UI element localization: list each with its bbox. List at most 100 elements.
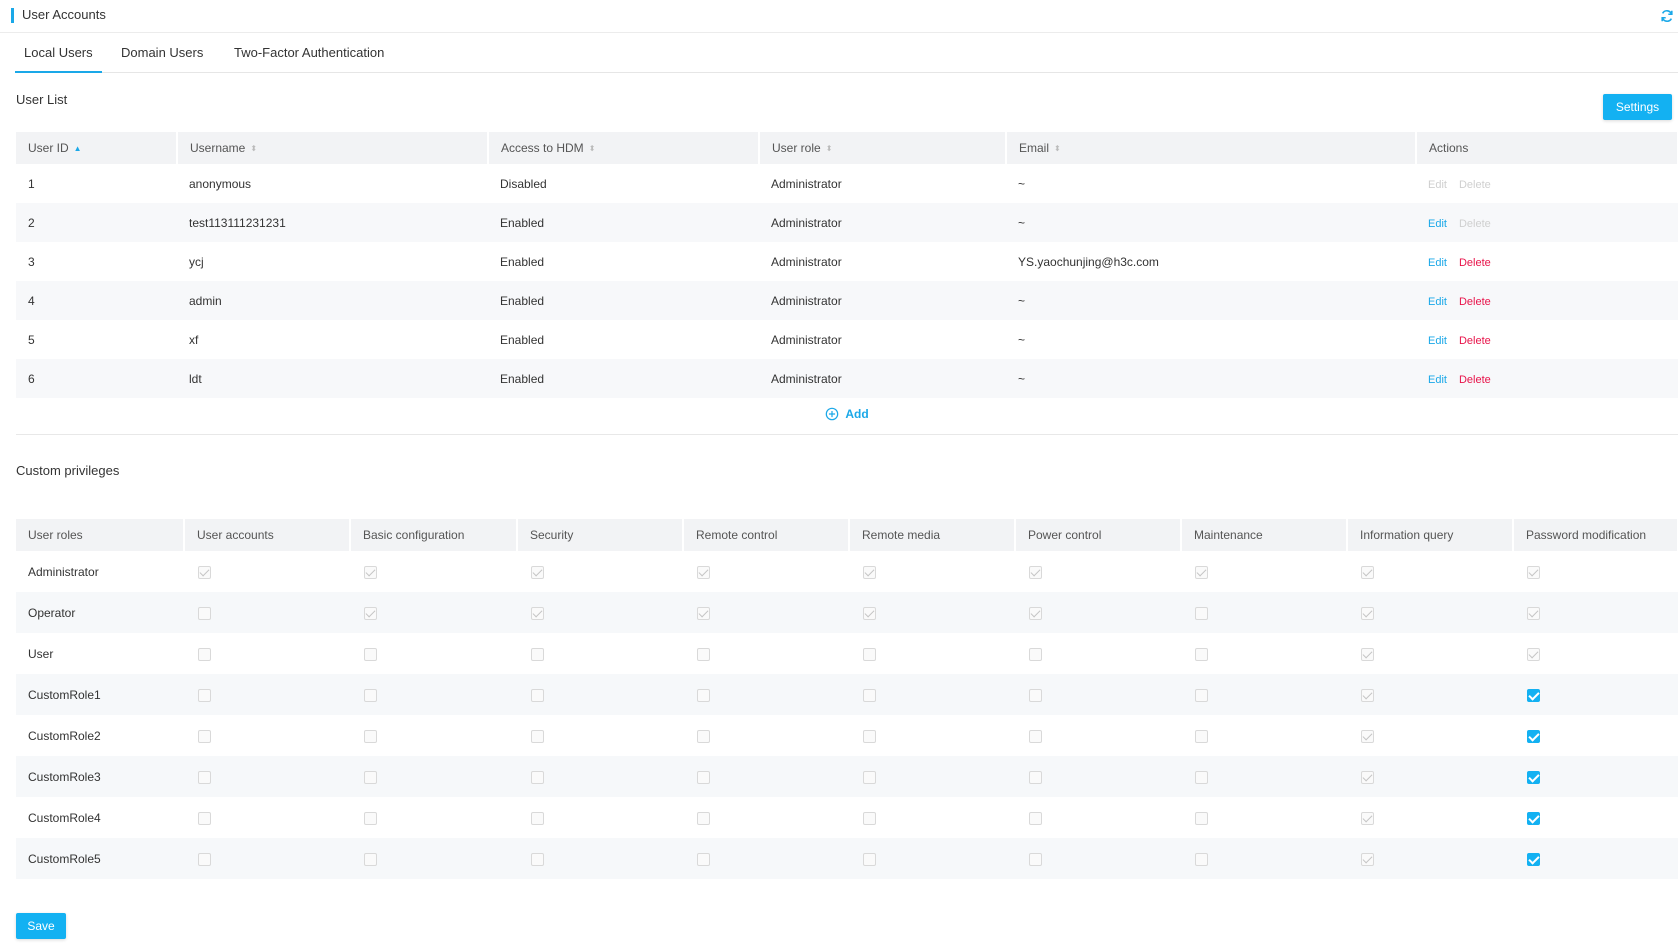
privilege-checkbox[interactable] bbox=[1527, 688, 1540, 702]
sort-icon[interactable]: ⬍ bbox=[250, 144, 257, 153]
sort-icon[interactable]: ⬍ bbox=[1054, 144, 1061, 153]
privilege-checkbox bbox=[364, 770, 377, 784]
privilege-cell bbox=[517, 674, 683, 715]
table-row: 2 test113111231231 Enabled Administrator ~ Ed… bbox=[16, 203, 1678, 242]
privilege-cell bbox=[1181, 551, 1347, 592]
tab-two-factor-authentication[interactable]: Two-Factor Authentication bbox=[225, 45, 393, 73]
privilege-checkbox bbox=[1527, 565, 1540, 579]
email-cell: ~ bbox=[1018, 176, 1026, 191]
save-button[interactable]: Save bbox=[16, 913, 66, 939]
privilege-cell bbox=[849, 592, 1015, 633]
edit-link[interactable]: Edit bbox=[1428, 218, 1447, 230]
privilege-cell bbox=[1181, 715, 1347, 756]
delete-link[interactable]: Delete bbox=[1459, 374, 1491, 386]
privilege-cell bbox=[1181, 838, 1347, 879]
refresh-icon[interactable] bbox=[1660, 9, 1674, 23]
privilege-checkbox[interactable] bbox=[1527, 811, 1540, 825]
privilege-checkbox bbox=[863, 729, 876, 743]
privilege-cell bbox=[184, 551, 350, 592]
privilege-checkbox bbox=[697, 565, 710, 579]
sort-asc-icon[interactable]: ▲ bbox=[74, 144, 82, 153]
privilege-checkbox bbox=[198, 811, 211, 825]
settings-button[interactable]: Settings bbox=[1603, 94, 1672, 120]
privilege-cell bbox=[1513, 797, 1678, 838]
privilege-checkbox[interactable] bbox=[1527, 852, 1540, 866]
privilege-checkbox bbox=[1195, 565, 1208, 579]
privilege-cell bbox=[683, 674, 849, 715]
edit-link[interactable]: Edit bbox=[1428, 374, 1447, 386]
privilege-checkbox bbox=[1029, 647, 1042, 661]
edit-link[interactable]: Edit bbox=[1428, 257, 1447, 269]
actions-cell: Edit Delete bbox=[1416, 242, 1678, 281]
actions-cell: Edit Delete bbox=[1416, 164, 1678, 203]
access-cell: Enabled bbox=[488, 281, 759, 320]
table-row: 1 anonymous Disabled Administrator ~ Edit Dele… bbox=[16, 164, 1678, 203]
access-cell: Enabled bbox=[488, 359, 759, 398]
email-cell: ~ bbox=[1018, 332, 1026, 347]
privilege-cell bbox=[683, 551, 849, 592]
tab-local-users[interactable]: Local Users bbox=[15, 45, 102, 73]
privilege-cell bbox=[1015, 551, 1181, 592]
username-cell: test113111231231 bbox=[177, 203, 488, 242]
access-cell: Disabled bbox=[500, 176, 547, 191]
privilege-checkbox bbox=[198, 770, 211, 784]
column-header-username[interactable]: Username ⬍ bbox=[177, 132, 489, 164]
tab-domain-users[interactable]: Domain Users bbox=[112, 45, 212, 73]
delete-link[interactable]: Delete bbox=[1459, 296, 1491, 308]
privilege-checkbox bbox=[198, 688, 211, 702]
table-row: 4 admin Enabled Administrator ~ Edit Delete bbox=[16, 281, 1678, 320]
username-cell: xf bbox=[189, 332, 199, 347]
privilege-cell bbox=[1347, 797, 1513, 838]
role-name-cell: CustomRole1 bbox=[16, 674, 184, 715]
privilege-checkbox bbox=[863, 647, 876, 661]
title-accent-bar bbox=[11, 8, 14, 23]
column-header-user-role[interactable]: User role ⬍ bbox=[759, 132, 1007, 164]
privilege-cell bbox=[350, 674, 517, 715]
privilege-checkbox bbox=[531, 606, 544, 620]
column-header-email[interactable]: Email ⬍ bbox=[1006, 132, 1417, 164]
user-table-header: User ID ▲ Username ⬍ Access to HDM ⬍ User r… bbox=[16, 132, 1678, 164]
privilege-cell bbox=[184, 674, 350, 715]
add-label: Add bbox=[845, 407, 869, 421]
privilege-cell bbox=[184, 715, 350, 756]
user-role-cell: Administrator bbox=[759, 359, 1006, 398]
privilege-cell bbox=[849, 633, 1015, 674]
add-row: Add bbox=[16, 396, 1678, 435]
privilege-checkbox bbox=[364, 647, 377, 661]
privilege-checkbox bbox=[1361, 770, 1374, 784]
privilege-column-header: User roles bbox=[16, 519, 185, 551]
privilege-checkbox[interactable] bbox=[1527, 770, 1540, 784]
user-id-cell: 2 bbox=[16, 203, 177, 242]
sort-icon[interactable]: ⬍ bbox=[589, 144, 596, 153]
privilege-checkbox bbox=[364, 606, 377, 620]
privilege-checkbox bbox=[1361, 565, 1374, 579]
privilege-checkbox bbox=[1195, 647, 1208, 661]
privilege-checkbox bbox=[1029, 852, 1042, 866]
privilege-checkbox[interactable] bbox=[1527, 729, 1540, 743]
privilege-cell bbox=[517, 797, 683, 838]
delete-link[interactable]: Delete bbox=[1459, 257, 1491, 269]
privilege-cell bbox=[683, 756, 849, 797]
user-list-title: User List bbox=[16, 92, 68, 107]
delete-link[interactable]: Delete bbox=[1459, 335, 1491, 347]
username-cell: admin bbox=[177, 281, 488, 320]
privilege-row: CustomRole1 bbox=[16, 674, 1678, 715]
edit-link[interactable]: Edit bbox=[1428, 335, 1447, 347]
email-cell: YS.yaochunjing@h3c.com bbox=[1018, 254, 1159, 269]
sort-icon[interactable]: ⬍ bbox=[826, 144, 833, 153]
privilege-checkbox bbox=[697, 688, 710, 702]
user-role-cell: Administrator bbox=[759, 281, 1006, 320]
edit-link[interactable]: Edit bbox=[1428, 296, 1447, 308]
user-id-cell: 4 bbox=[16, 281, 177, 320]
privilege-cell bbox=[849, 838, 1015, 879]
privilege-cell bbox=[683, 592, 849, 633]
column-header-access[interactable]: Access to HDM ⬍ bbox=[488, 132, 760, 164]
username-cell: ycj bbox=[189, 254, 204, 269]
privilege-cell bbox=[1513, 633, 1678, 674]
privilege-checkbox bbox=[1029, 606, 1042, 620]
privilege-cell bbox=[350, 838, 517, 879]
column-header-user-id[interactable]: User ID ▲ bbox=[16, 132, 178, 164]
add-user-button[interactable]: Add bbox=[825, 407, 869, 421]
role-name-cell: CustomRole2 bbox=[28, 728, 101, 743]
user-role-cell: Administrator bbox=[771, 176, 842, 191]
